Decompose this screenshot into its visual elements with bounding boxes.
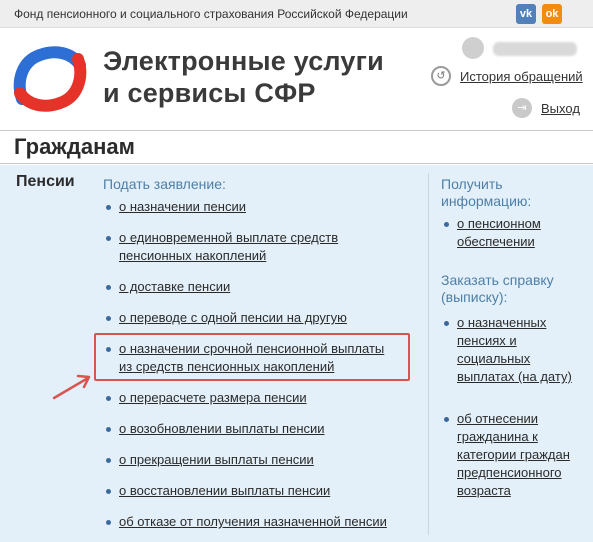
bullet-icon bbox=[106, 205, 111, 210]
org-name: Фонд пенсионного и социального страхован… bbox=[14, 7, 408, 21]
bullet-icon bbox=[106, 427, 111, 432]
info-link[interactable]: о пенсионном bbox=[457, 216, 541, 231]
list-item[interactable]: об отказе от получения назначенной пенси… bbox=[103, 513, 387, 531]
bullet-icon bbox=[106, 285, 111, 290]
info-heading: Получить информацию: bbox=[441, 176, 531, 210]
sfr-logo[interactable] bbox=[12, 41, 88, 117]
column-divider bbox=[428, 173, 429, 535]
apply-link[interactable]: о перерасчете размера пенсии bbox=[119, 390, 307, 405]
apply-link-cont[interactable]: пенсионных накоплений bbox=[119, 248, 266, 263]
content-panel: Пенсии Подать заявление: о назначении пе… bbox=[0, 165, 593, 542]
certificate-link-cont[interactable]: предпенсионного bbox=[457, 465, 562, 480]
list-item[interactable]: о единовременной выплате средств пенсионн… bbox=[103, 229, 387, 265]
user-avatar[interactable] bbox=[462, 37, 484, 59]
info-link-cont[interactable]: обеспечении bbox=[457, 234, 535, 249]
bullet-icon bbox=[444, 222, 449, 227]
apply-link[interactable]: об отказе от получения назначенной пенси… bbox=[119, 514, 387, 529]
info-list: о пенсионном обеспечении bbox=[441, 215, 541, 251]
info-heading-line1: Получить bbox=[441, 176, 503, 192]
list-item[interactable]: о возобновлении выплаты пенсии bbox=[103, 420, 387, 438]
apply-link[interactable]: о назначении пенсии bbox=[119, 199, 246, 214]
list-item[interactable]: о перерасчете размера пенсии bbox=[103, 389, 387, 407]
apply-link[interactable]: о возобновлении выплаты пенсии bbox=[119, 421, 325, 436]
history-link[interactable]: История обращений bbox=[460, 69, 583, 84]
history-icon[interactable]: ↺ bbox=[431, 66, 451, 86]
section-bar: Гражданам bbox=[0, 130, 593, 164]
apply-link[interactable]: о восстановлении выплаты пенсии bbox=[119, 483, 330, 498]
odnoklassniki-icon[interactable]: ok bbox=[542, 4, 562, 24]
certificate-link-cont[interactable]: возраста bbox=[457, 483, 511, 498]
highlight-box bbox=[94, 333, 410, 381]
bullet-icon bbox=[106, 520, 111, 525]
certificate-link-cont[interactable]: категории граждан bbox=[457, 447, 570, 462]
certificate-link[interactable]: о назначенных bbox=[457, 315, 546, 330]
bullet-icon bbox=[106, 396, 111, 401]
bullet-icon bbox=[106, 458, 111, 463]
info-heading-line2: информацию: bbox=[441, 193, 532, 209]
certificate-link-cont[interactable]: социальных bbox=[457, 351, 530, 366]
certificate-link-cont[interactable]: гражданина к bbox=[457, 429, 538, 444]
apply-link[interactable]: о прекращении выплаты пенсии bbox=[119, 452, 314, 467]
certificate-list: о назначенных пенсиях и социальных выплатах… bbox=[441, 314, 572, 500]
bullet-icon bbox=[106, 489, 111, 494]
certificate-heading-line1: Заказать справку bbox=[441, 272, 554, 288]
apply-link[interactable]: о доставке пенсии bbox=[119, 279, 230, 294]
top-bar: Фонд пенсионного и социального страхован… bbox=[0, 0, 593, 28]
list-item[interactable]: о пенсионном обеспечении bbox=[441, 215, 541, 251]
certificate-link[interactable]: об отнесении bbox=[457, 411, 538, 426]
list-item[interactable]: о назначении пенсии bbox=[103, 198, 387, 216]
certificate-heading: Заказать справку (выписку): bbox=[441, 272, 554, 306]
section-title: Гражданам bbox=[14, 134, 135, 159]
logout-link[interactable]: Выход bbox=[541, 101, 580, 116]
category-title: Пенсии bbox=[16, 173, 75, 190]
site-title-line2: и сервисы СФР bbox=[103, 78, 316, 108]
pointer-arrow-icon bbox=[52, 374, 91, 400]
apply-link[interactable]: о единовременной выплате средств bbox=[119, 230, 338, 245]
list-item[interactable]: о восстановлении выплаты пенсии bbox=[103, 482, 387, 500]
logout-icon[interactable]: ⇥ bbox=[512, 98, 532, 118]
list-item[interactable]: о прекращении выплаты пенсии bbox=[103, 451, 387, 469]
certificate-link-cont[interactable]: пенсиях и bbox=[457, 333, 517, 348]
site-title: Электронные услуги и сервисы СФР bbox=[103, 45, 384, 109]
apply-heading: Подать заявление: bbox=[103, 176, 226, 192]
bullet-icon bbox=[444, 417, 449, 422]
vk-icon[interactable]: vk bbox=[516, 4, 536, 24]
certificate-heading-line2: (выписку): bbox=[441, 289, 508, 305]
user-name-blurred[interactable] bbox=[493, 42, 577, 56]
bullet-icon bbox=[106, 236, 111, 241]
header: Электронные услуги и сервисы СФР ↺ Истор… bbox=[0, 29, 593, 129]
bullet-icon bbox=[106, 316, 111, 321]
list-item[interactable]: о доставке пенсии bbox=[103, 278, 387, 296]
list-item[interactable]: о переводе с одной пенсии на другую bbox=[103, 309, 387, 327]
certificate-link-cont[interactable]: выплатах (на дату) bbox=[457, 369, 572, 384]
list-item[interactable]: о назначенных пенсиях и социальных выплатах… bbox=[441, 314, 572, 386]
bullet-icon bbox=[444, 321, 449, 326]
site-title-line1: Электронные услуги bbox=[103, 46, 384, 76]
list-item[interactable]: об отнесении гражданина к категории гражда… bbox=[441, 410, 572, 500]
apply-link[interactable]: о переводе с одной пенсии на другую bbox=[119, 310, 347, 325]
